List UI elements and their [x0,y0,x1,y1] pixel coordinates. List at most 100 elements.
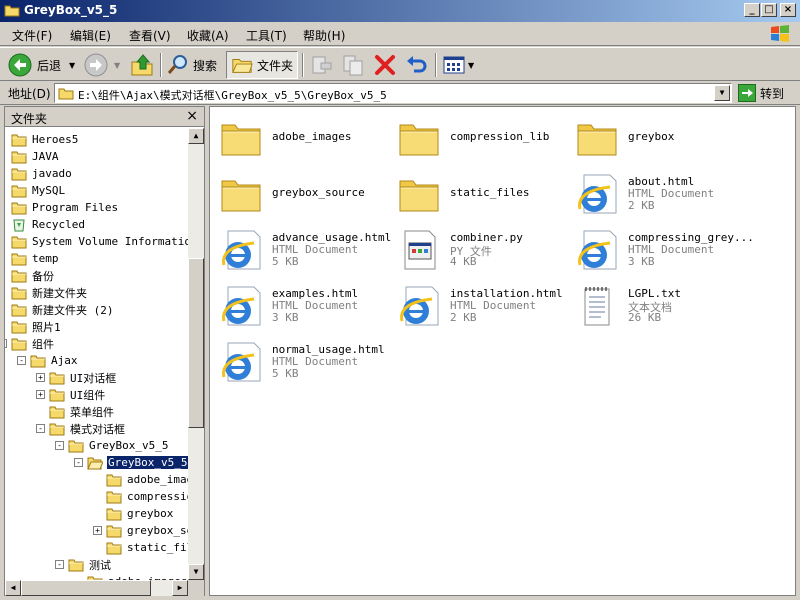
menu-favorites[interactable]: 收藏(A) [187,27,229,44]
folder-icon [11,167,27,181]
tree-item[interactable]: temp [11,250,60,267]
search-button[interactable]: 搜索 [166,51,217,79]
scroll-up-button[interactable]: ▲ [188,128,204,144]
tree-item[interactable]: 模式对话框 [49,420,126,437]
tree-item-label: 测试 [89,558,111,572]
minimize-button[interactable]: _ [744,3,760,17]
close-button[interactable]: × [780,3,796,17]
address-value: E:\组件\Ajax\模式对话框\GreyBox_v5_5\GreyBox_v5… [78,89,387,102]
scroll-thumb[interactable] [21,580,151,596]
file-item[interactable]: compressing_grey... HTML Document 3 KB [570,223,754,275]
tree-item-label: greybox_source [127,524,188,537]
file-item[interactable]: installation.html HTML Document 2 KB [392,279,570,331]
tree-item[interactable]: UI对话框 [49,369,117,386]
tree-item[interactable]: Ajax [30,352,79,369]
file-item[interactable]: adobe_images [214,111,392,163]
tree-item[interactable]: Program Files [11,199,119,216]
tree-item[interactable]: GreyBox_v5_5 [87,454,188,471]
tree-item-label: UI组件 [70,388,106,402]
file-item[interactable]: compression_lib [392,111,570,163]
folder-icon [68,439,84,453]
tree-item[interactable]: 照片1 [11,318,62,335]
tree-item[interactable]: 测试 [68,556,112,573]
tree-item[interactable]: javado [11,165,73,182]
tree-item[interactable]: GreyBox_v5_5 [68,437,169,454]
tree-item[interactable]: greybox [106,505,174,522]
address-dropdown-button[interactable]: ▼ [714,85,730,101]
menu-tools[interactable]: 工具(T) [246,27,287,44]
menu-view[interactable]: 查看(V) [129,27,171,44]
tree-item[interactable]: greybox_source [106,522,188,539]
folder-icon [106,524,122,538]
tree-expander-icon[interactable]: + [36,390,45,399]
tree-item[interactable]: static_files [106,539,188,556]
tree-item[interactable]: 新建文件夹 [11,284,88,301]
tree-item[interactable]: adobe_images [106,471,188,488]
vertical-scrollbar[interactable]: ▲ ▼ [188,128,204,580]
delete-button[interactable] [373,51,397,79]
scroll-thumb[interactable] [188,258,204,428]
back-dropdown-icon[interactable]: ▼ [69,61,75,70]
file-item[interactable]: greybox_source [214,167,392,219]
tree-expander-icon[interactable]: - [55,560,64,569]
file-item[interactable]: LGPL.txt 文本文档 26 KB [570,279,748,331]
horizontal-scrollbar[interactable]: ◀ ▶ [5,580,188,596]
address-input[interactable]: E:\组件\Ajax\模式对话框\GreyBox_v5_5\GreyBox_v5… [54,83,732,103]
tree-item[interactable]: 菜单组件 [49,403,115,420]
undo-button[interactable] [405,51,429,79]
forward-dropdown-icon[interactable]: ▼ [114,61,120,70]
folders-button[interactable]: 文件夹 [226,51,299,79]
tree-item[interactable]: compression_lib [106,488,188,505]
windows-logo-icon [771,25,789,42]
move-to-button[interactable] [309,51,333,79]
menu-file[interactable]: 文件(F) [12,27,52,44]
folder-icon [11,320,27,334]
tree-item[interactable]: UI组件 [49,386,106,403]
file-item[interactable]: advance_usage.html HTML Document 5 KB [214,223,392,275]
file-item[interactable]: about.html HTML Document 2 KB [570,167,748,219]
menu-edit[interactable]: 编辑(E) [70,27,111,44]
up-folder-button[interactable] [130,51,154,79]
tree-item[interactable]: System Volume Information [11,233,188,250]
folder-icon [106,490,122,504]
tree-item[interactable]: MySQL [11,182,66,199]
go-button[interactable]: 转到 [738,84,784,102]
back-button[interactable]: 后退 ▼ [8,51,75,79]
scroll-left-button[interactable]: ◀ [5,580,21,596]
tree-expander-icon[interactable]: + [93,526,102,535]
copy-to-button[interactable] [341,51,365,79]
file-item[interactable]: static_files [392,167,570,219]
forward-button[interactable]: ▼ [84,51,120,79]
maximize-button[interactable]: □ [761,3,777,17]
tree-item[interactable]: Recycled [11,216,86,233]
file-item[interactable]: normal_usage.html HTML Document 5 KB [214,335,392,387]
tree-item[interactable]: 组件 [11,335,55,352]
views-button[interactable]: ▼ [442,51,474,79]
scroll-right-button[interactable]: ▶ [172,580,188,596]
toolbar: 后退 ▼ ▼ 搜索 文件夹 ▼ [0,47,800,81]
tree-expander-icon[interactable]: - [55,441,64,450]
tree-expander-icon[interactable]: - [74,458,83,467]
folder-pane-close-icon[interactable]: × [186,108,198,124]
folder-icon [218,173,264,215]
file-item[interactable]: combiner.py PY 文件 4 KB [392,223,570,275]
tree-expander-icon[interactable]: - [5,339,7,348]
tree-item-label: greybox [127,507,174,520]
scroll-down-button[interactable]: ▼ [188,564,204,580]
tree-item[interactable]: Heroes5 [11,131,79,148]
tree-item[interactable]: 备份 [11,267,55,284]
tree-expander-icon[interactable]: - [36,424,45,433]
tree-expander-icon[interactable]: - [17,356,26,365]
tree-expander-icon[interactable]: + [36,373,45,382]
tree-item[interactable]: adobe_images [87,573,188,580]
file-item[interactable]: examples.html HTML Document 3 KB [214,279,392,331]
toolbar-separator [302,53,304,77]
folder-icon [11,286,27,300]
views-dropdown-icon[interactable]: ▼ [468,61,474,70]
menu-help[interactable]: 帮助(H) [303,27,345,44]
file-size: 2 KB [628,199,655,212]
title-bar: GreyBox_v5_5 _ □ × [0,0,800,22]
tree-item[interactable]: JAVA [11,148,60,165]
file-item[interactable]: greybox [570,111,748,163]
tree-item[interactable]: 新建文件夹 (2) [11,301,115,318]
